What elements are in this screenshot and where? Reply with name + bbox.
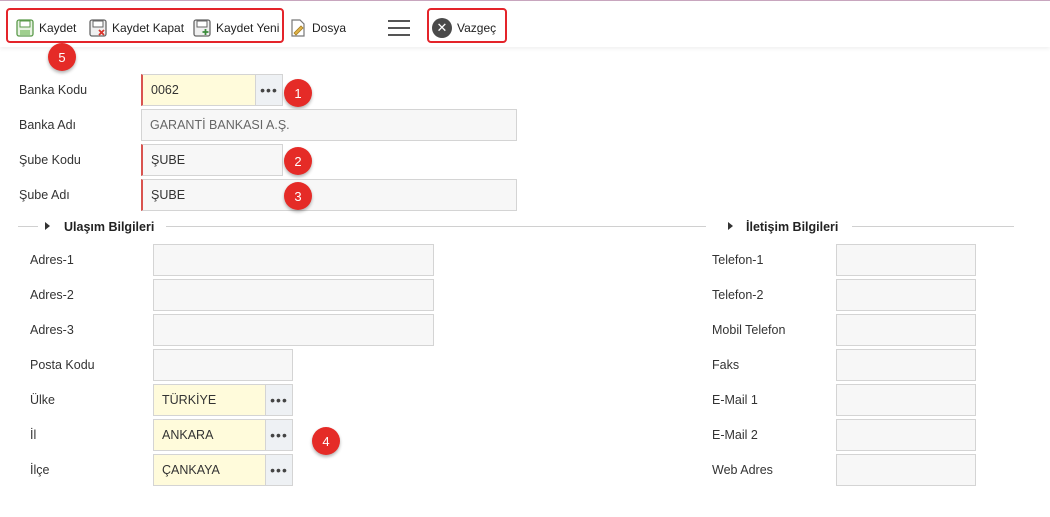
district-value: ÇANKAYA — [162, 463, 220, 477]
phone2-field[interactable] — [836, 279, 976, 311]
address2-field[interactable] — [153, 279, 434, 311]
menu-icon[interactable] — [388, 20, 410, 36]
city-lookup-button[interactable]: ••• — [265, 419, 293, 451]
country-lookup-button[interactable]: ••• — [265, 384, 293, 416]
file-icon — [291, 19, 305, 37]
branch-name-label: Şube Adı — [19, 188, 70, 202]
bank-name-field[interactable]: GARANTİ BANKASI A.Ş. — [141, 109, 517, 141]
badge-1: 1 — [284, 79, 312, 107]
branch-code-value: ŞUBE — [151, 153, 186, 167]
district-label: İlçe — [30, 463, 50, 477]
district-field[interactable]: ÇANKAYA — [153, 454, 266, 486]
ellipsis-icon: ••• — [260, 82, 278, 98]
email1-field[interactable] — [836, 384, 976, 416]
postal-code-field[interactable] — [153, 349, 293, 381]
country-field[interactable]: TÜRKİYE — [153, 384, 266, 416]
phone2-label: Telefon-2 — [712, 288, 764, 302]
branch-name-value: ŞUBE — [151, 188, 186, 202]
branch-code-label: Şube Kodu — [19, 153, 81, 167]
file-button[interactable]: Dosya — [288, 15, 346, 41]
mobile-phone-field[interactable] — [836, 314, 976, 346]
ellipsis-icon: ••• — [270, 392, 288, 408]
section-divider — [852, 226, 1014, 227]
address-section-title[interactable]: Ulaşım Bilgileri — [64, 220, 154, 234]
branch-code-field[interactable]: ŞUBE — [141, 144, 283, 176]
city-value: ANKARA — [162, 428, 214, 442]
highlight-box-cancel — [427, 8, 507, 43]
ellipsis-icon: ••• — [270, 427, 288, 443]
bank-code-value: 0062 — [151, 83, 179, 97]
address3-field[interactable] — [153, 314, 434, 346]
badge-2: 2 — [284, 147, 312, 175]
address2-label: Adres-2 — [30, 288, 74, 302]
district-lookup-button[interactable]: ••• — [265, 454, 293, 486]
file-label: Dosya — [312, 21, 347, 35]
badge-3: 3 — [284, 182, 312, 210]
address3-label: Adres-3 — [30, 323, 74, 337]
badge-4: 4 — [312, 427, 340, 455]
web-address-label: Web Adres — [712, 463, 773, 477]
phone1-field[interactable] — [836, 244, 976, 276]
email2-field[interactable] — [836, 419, 976, 451]
postal-code-label: Posta Kodu — [30, 358, 95, 372]
mobile-phone-label: Mobil Telefon — [712, 323, 786, 337]
country-value: TÜRKİYE — [162, 393, 217, 407]
bank-name-value: GARANTİ BANKASI A.Ş. — [150, 118, 290, 132]
web-address-field[interactable] — [836, 454, 976, 486]
bank-code-field[interactable]: 0062 — [141, 74, 256, 106]
fax-field[interactable] — [836, 349, 976, 381]
city-field[interactable]: ANKARA — [153, 419, 266, 451]
bank-name-label: Banka Adı — [19, 118, 76, 132]
country-label: Ülke — [30, 393, 56, 407]
caret-right-icon[interactable] — [45, 222, 50, 230]
address1-label: Adres-1 — [30, 253, 74, 267]
city-label: İl — [30, 428, 37, 442]
ellipsis-icon: ••• — [270, 462, 288, 478]
address1-field[interactable] — [153, 244, 434, 276]
bank-code-lookup-button[interactable]: ••• — [255, 74, 283, 106]
section-divider — [166, 226, 706, 227]
fax-label: Faks — [712, 358, 740, 372]
bank-code-label: Banka Kodu — [19, 83, 88, 97]
contact-section-title[interactable]: İletişim Bilgileri — [746, 220, 838, 234]
branch-name-field[interactable]: ŞUBE — [141, 179, 517, 211]
section-divider — [18, 226, 38, 227]
highlight-box-save-group — [6, 8, 284, 43]
email1-label: E-Mail 1 — [712, 393, 758, 407]
email2-label: E-Mail 2 — [712, 428, 758, 442]
caret-right-icon[interactable] — [728, 222, 733, 230]
phone1-label: Telefon-1 — [712, 253, 764, 267]
badge-5: 5 — [48, 43, 76, 71]
